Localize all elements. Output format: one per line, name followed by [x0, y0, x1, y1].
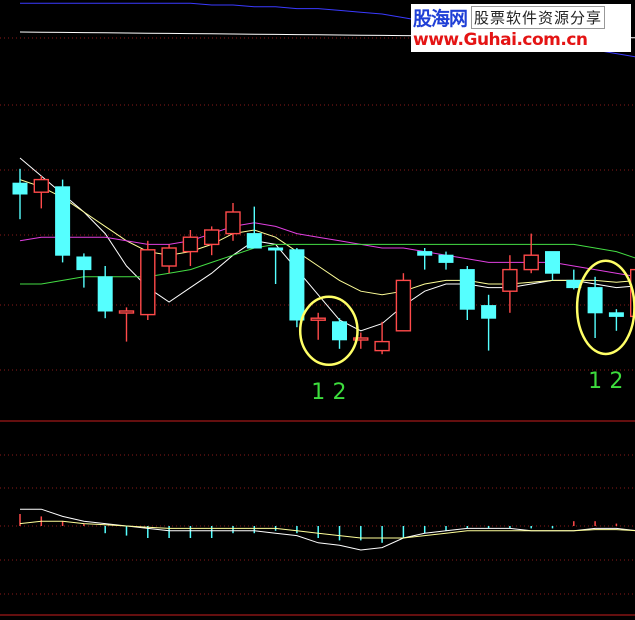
candle-body-up [140, 249, 156, 316]
candle-body-down [481, 305, 497, 319]
candle-body-down [289, 249, 305, 321]
candle-body-up [161, 247, 177, 267]
candle-body-down [587, 287, 603, 314]
candle-body-up [374, 340, 390, 352]
candle-body-down [55, 186, 71, 256]
candle-body-down [12, 182, 28, 195]
annotation-label: 1 [311, 380, 325, 405]
indicator-line-yellow [19, 520, 635, 539]
candle-body-down [332, 321, 347, 341]
annotation-label: 2 [333, 380, 347, 405]
watermark-tagline: 股票软件资源分享 [471, 5, 606, 29]
candle-body-down [417, 251, 433, 256]
indicator-line-white [20, 508, 635, 551]
candle-body-up [523, 254, 539, 271]
candle-body-down [97, 276, 113, 312]
candle-body-up [225, 211, 241, 235]
highlight-ellipse [575, 259, 635, 356]
candle-body-down [268, 247, 284, 251]
candle-body-down [459, 269, 475, 310]
candlesticks [12, 168, 635, 355]
candle-body-down [76, 256, 92, 271]
candle-body-up [502, 268, 518, 292]
annotation-label: 1 [588, 369, 602, 394]
watermark-url: www.Guhai.com.cn [413, 30, 588, 50]
stock-chart: 1212 [0, 2, 635, 616]
watermark-brand: 股海网 [413, 7, 468, 30]
candle-body-up [310, 317, 326, 321]
candle-body-up [203, 229, 220, 246]
candle-body-down [566, 279, 582, 289]
candle-body-up [395, 279, 412, 332]
annotation-label: 2 [609, 369, 623, 394]
watermark: 股海网 股票软件资源分享 www.Guhai.com.cn [411, 4, 631, 52]
annotation-labels: 1212 [311, 369, 623, 405]
candle-body-down [545, 251, 560, 274]
candle-body-down [246, 233, 262, 249]
candle-body-up [118, 310, 135, 314]
candle-body-up [33, 178, 49, 193]
candle-body-down [438, 254, 454, 263]
candle-body-down [608, 312, 624, 317]
indicator-panel [19, 508, 635, 551]
candle-body-up [182, 236, 199, 253]
